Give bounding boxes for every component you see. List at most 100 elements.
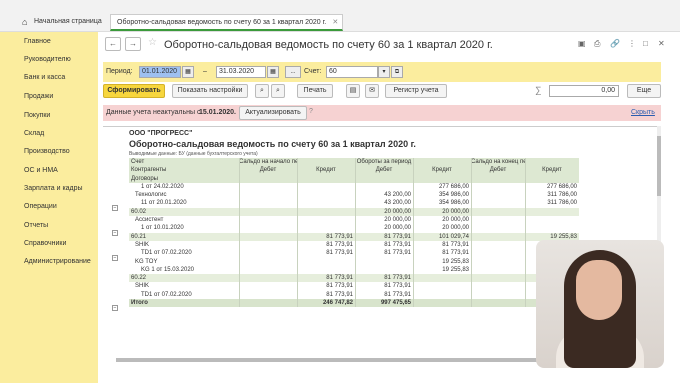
collapse-icon[interactable]: − <box>112 255 118 261</box>
table-cell: 60.21 <box>131 233 147 240</box>
table-header-cell: Дебет <box>489 167 507 174</box>
grid-line <box>413 158 414 308</box>
table-cell <box>413 299 471 307</box>
collapse-icon[interactable]: − <box>112 205 118 211</box>
table-cell <box>239 299 297 307</box>
save-icon[interactable]: ▣ <box>578 39 586 48</box>
table-cell <box>471 216 525 224</box>
grouping-gutter: − − − − <box>109 202 123 357</box>
print-button[interactable]: Печать <box>297 84 333 98</box>
sidebar-item-purchases[interactable]: Покупки <box>24 112 50 119</box>
close-form-icon[interactable]: ✕ <box>658 39 665 48</box>
table-cell <box>239 241 297 249</box>
table-cell <box>471 274 525 282</box>
table-cell: 60.02 <box>131 208 147 215</box>
table-row[interactable]: SHIK 81 773,91 81 773,91 81 773,91 <box>129 241 579 249</box>
account-link-icon[interactable]: ⧉ <box>391 66 403 78</box>
table-header-cell: Дебет <box>375 167 393 174</box>
table-cell: 997 475,65 <box>380 300 411 307</box>
table-row[interactable]: 60.02 20 000,00 20 000,00 <box>129 207 579 217</box>
maximize-icon[interactable]: □ <box>643 39 648 48</box>
collapse-icon[interactable]: − <box>112 230 118 236</box>
sidebar-item-main[interactable]: Главное <box>24 38 51 45</box>
sidebar-item-bank[interactable]: Банк и касса <box>24 74 65 81</box>
table-row[interactable]: 60.21 81 773,91 81 773,91 101 029,74 19 255,… <box>129 232 579 241</box>
table-row[interactable]: Технологис 43 200,00 354 986,00 311 786,00 <box>129 191 579 199</box>
table-row[interactable]: 60.22 81 773,91 81 773,91 <box>129 274 579 283</box>
table-cell <box>471 233 525 241</box>
table-cell <box>239 208 297 216</box>
table-cell: 20 000,00 <box>384 208 411 215</box>
table-header-cell <box>239 175 297 183</box>
table-row[interactable]: KG 1 от 15.03.202019 255,8319 255,83 <box>129 266 579 274</box>
presenter-face <box>576 260 622 320</box>
table-cell <box>471 291 525 299</box>
collapse-icon[interactable]: − <box>112 305 118 311</box>
sidebar-item-payroll[interactable]: Зарплата и кадры <box>24 185 83 192</box>
chevron-down-icon[interactable]: ▾ <box>378 66 390 78</box>
table-header-cell: Кредит <box>316 167 336 174</box>
save-file-icon[interactable]: ▤ <box>346 84 360 98</box>
table-cell <box>239 199 297 207</box>
show-settings-button[interactable]: Показать настройки <box>172 84 248 98</box>
star-icon[interactable]: ☆ <box>148 37 157 48</box>
grid-line <box>297 158 298 308</box>
hide-link[interactable]: Скрыть <box>631 109 655 116</box>
table-cell <box>471 266 525 274</box>
sidebar-item-operations[interactable]: Операции <box>24 203 57 210</box>
sidebar-item-sales[interactable]: Продажи <box>24 93 53 100</box>
sidebar-item-warehouse[interactable]: Склад <box>24 130 44 137</box>
mail-icon[interactable]: ✉ <box>365 84 379 98</box>
table-cell <box>239 249 297 257</box>
period-select-button[interactable]: ... <box>285 66 301 78</box>
print-icon[interactable]: ⎙ <box>594 39 600 49</box>
table-row[interactable]: KG TOY19 255,8319 255,83 <box>129 258 579 266</box>
tab-home[interactable]: ⌂ Начальная страница <box>22 14 102 30</box>
sidebar-item-reports[interactable]: Отчеты <box>24 222 48 229</box>
search-icon[interactable]: ⌕ <box>255 84 269 98</box>
table-row[interactable]: 11 от 20.01.2020 43 200,00 354 986,00 311 7… <box>129 199 579 207</box>
help-icon[interactable]: ? <box>309 108 313 115</box>
close-icon[interactable]: ✕ <box>332 15 338 31</box>
table-row[interactable]: TD1 от 07.02.2020 81 773,91 81 773,91 81 77… <box>129 249 579 257</box>
table-header-cell: Сальдо на конец периода <box>471 159 525 165</box>
table-cell: SHIK <box>135 241 150 248</box>
table-row[interactable]: 1 от 10.01.2020 20 000,00 20 000,00 <box>129 224 579 232</box>
sidebar-item-admin[interactable]: Администрирование <box>24 258 91 265</box>
sidebar-item-production[interactable]: Производство <box>24 148 70 155</box>
table-cell <box>471 199 525 207</box>
table-header-cell: Обороты за период <box>356 159 412 165</box>
table-row[interactable]: TD1 от 07.02.2020 81 773,91 81 773,91 <box>129 291 579 299</box>
link-icon[interactable]: 🔗 <box>610 39 620 48</box>
search-replace-icon[interactable]: ⌕ <box>271 84 285 98</box>
more-button[interactable]: Еще <box>627 84 661 98</box>
table-cell: 81 773,91 <box>384 250 411 257</box>
register-button[interactable]: Регистр учета <box>385 84 447 98</box>
sidebar-item-catalogs[interactable]: Справочники <box>24 240 66 247</box>
sum-field: 0,00 <box>549 85 619 97</box>
sidebar-item-manager[interactable]: Руководителю <box>24 56 71 63</box>
tab-report[interactable]: Оборотно-сальдовая ведомость по счету 60… <box>110 14 344 31</box>
calendar-from-icon[interactable]: ▦ <box>182 66 194 78</box>
table-row[interactable]: Ассистент 20 000,00 20 000,00 <box>129 216 579 224</box>
table-row[interactable]: 1 от 24.02.2020 277 686,00 277 686,00 <box>129 183 579 191</box>
table-cell: SHIK <box>135 283 150 290</box>
more-menu-icon[interactable]: ⋮ <box>628 39 636 48</box>
forward-button[interactable]: → <box>125 37 141 51</box>
calendar-to-icon[interactable]: ▦ <box>267 66 279 78</box>
update-button[interactable]: Актуализировать <box>239 106 307 120</box>
date-dash: – <box>203 68 207 75</box>
back-button[interactable]: ← <box>105 37 121 51</box>
table-cell <box>239 274 297 282</box>
table-row[interactable]: SHIK 81 773,91 81 773,91 <box>129 282 579 290</box>
account-field[interactable]: 60 <box>326 66 378 78</box>
tab-home-label: Начальная страница <box>34 18 102 25</box>
table-cell <box>239 216 297 224</box>
table-cell: 277 686,00 <box>546 183 577 190</box>
generate-button[interactable]: Сформировать <box>103 84 165 98</box>
date-to-field[interactable]: 31.03.2020 <box>216 66 266 78</box>
table-cell <box>471 208 525 216</box>
date-from-field[interactable]: 01.01.2020 <box>139 66 181 78</box>
table-row[interactable]: Итого 246 747,82 997 475,65 <box>129 299 579 308</box>
sidebar-item-assets[interactable]: ОС и НМА <box>24 167 58 174</box>
